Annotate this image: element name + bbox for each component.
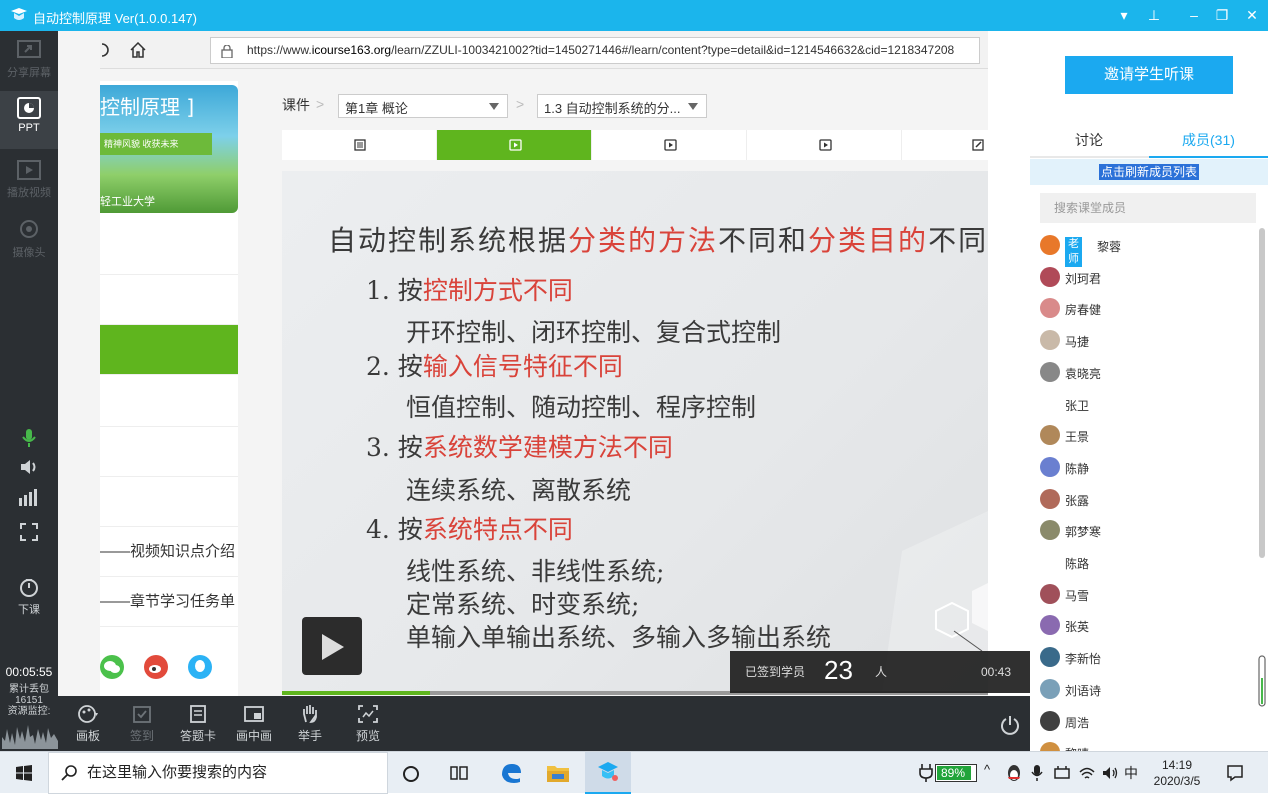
avatar	[1040, 552, 1060, 572]
avatar	[1040, 742, 1060, 751]
member-list-scrollbar[interactable]	[1258, 228, 1266, 708]
avatar	[1040, 520, 1060, 541]
avatar	[1040, 710, 1060, 731]
taskbar-search-placeholder: 在这里输入你要搜索的内容	[87, 764, 268, 781]
member-name: 张英	[1065, 620, 1090, 635]
member-name: 陈静	[1065, 461, 1090, 476]
clock-time: 14:19	[1161, 758, 1193, 772]
avatar	[1040, 298, 1060, 319]
member-name: 周浩	[1065, 715, 1090, 730]
avatar	[1040, 425, 1060, 446]
avatar	[1040, 361, 1060, 382]
avatar	[1040, 393, 1060, 414]
member-name: 张露	[1065, 493, 1090, 508]
ime-indicator[interactable]: 中	[1124, 763, 1138, 783]
avatar	[1040, 235, 1060, 255]
member-name: 张卫	[1065, 398, 1090, 413]
member-name: 刘语诗	[1065, 683, 1102, 698]
avatar	[1040, 488, 1060, 509]
member-name: 马雪	[1065, 588, 1090, 603]
member-name: 李新怡	[1065, 652, 1102, 667]
windows-taskbar: 在这里输入你要搜索的内容 89% ^ 中 14:19 2020/3/5	[0, 751, 1268, 794]
avatar	[1040, 266, 1060, 287]
task-view-icon[interactable]	[450, 765, 468, 781]
avatar	[1040, 615, 1060, 636]
file-explorer-icon[interactable]	[546, 762, 570, 784]
active-app-taskbar-button[interactable]	[585, 752, 631, 794]
search-icon	[61, 765, 77, 781]
member-name: 袁晓亮	[1065, 366, 1102, 381]
power-plug-icon[interactable]	[918, 763, 934, 783]
microphone-tray-icon[interactable]	[1030, 764, 1044, 782]
tray-expand-icon[interactable]: ^	[984, 762, 990, 777]
cortana-icon[interactable]	[402, 765, 420, 783]
notification-icon[interactable]	[1226, 764, 1244, 782]
clock[interactable]: 14:19 2020/3/5	[1149, 757, 1205, 789]
member-list: 老师 黎蓉刘珂君房春健马捷袁晓亮张卫王景陈静张露郭梦寒陈路马雪张英李新怡刘语诗周浩…	[0, 0, 1268, 751]
clock-date: 2020/3/5	[1153, 774, 1201, 788]
member-name: 马捷	[1065, 335, 1090, 350]
member-name: 黎蓉	[1097, 240, 1122, 254]
battery-indicator[interactable]: 89%	[935, 764, 977, 782]
member-name: 郭梦寒	[1065, 525, 1102, 540]
avatar	[1040, 456, 1060, 477]
battery-percent: 89%	[941, 766, 966, 780]
member-name: 刘珂君	[1065, 271, 1102, 286]
avatar	[1040, 583, 1060, 604]
wifi-icon[interactable]	[1078, 764, 1096, 782]
avatar	[1040, 330, 1060, 351]
taskbar-search-box[interactable]: 在这里输入你要搜索的内容	[48, 752, 388, 794]
network-adapter-icon[interactable]	[1053, 765, 1071, 781]
volume-icon[interactable]	[1101, 764, 1119, 782]
member-name: 王景	[1065, 430, 1090, 445]
qq-tray-icon[interactable]	[1005, 764, 1023, 782]
teacher-badge: 老师	[1065, 237, 1082, 267]
avatar	[1040, 647, 1060, 668]
avatar	[1040, 678, 1060, 699]
edge-browser-icon[interactable]	[499, 761, 523, 785]
member-name: 陈路	[1065, 557, 1090, 571]
windows-start-icon[interactable]	[16, 765, 32, 781]
member-name: 房春健	[1065, 303, 1102, 318]
classroom-app-icon	[598, 762, 618, 781]
